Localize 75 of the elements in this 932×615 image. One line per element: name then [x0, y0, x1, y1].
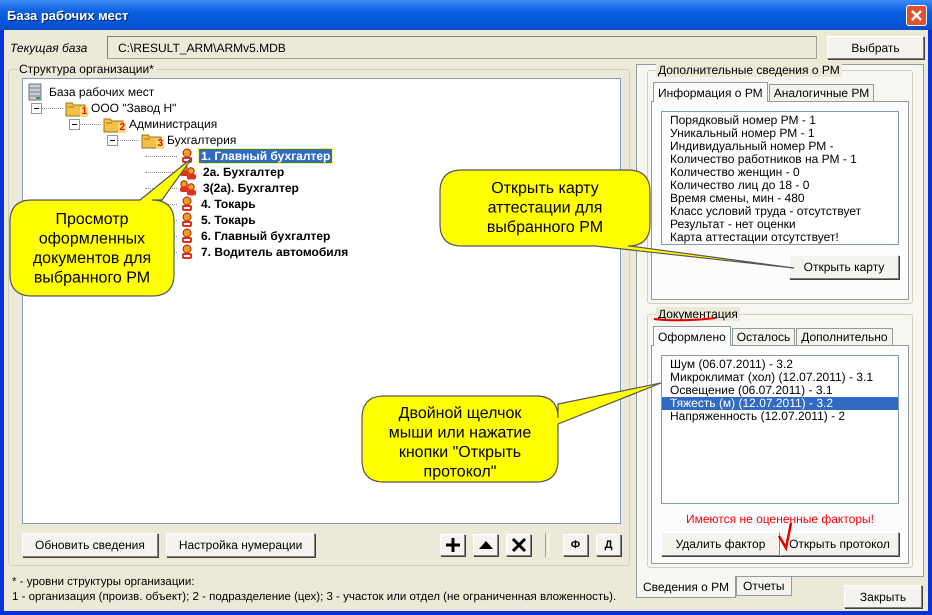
- worker-icon: [179, 196, 195, 212]
- info-line: Количество лиц до 18 - 0: [669, 179, 810, 192]
- workers-icon: [179, 180, 197, 196]
- footnote-text: 1 - организация (произв. объект); 2 - подразделение (цех); 3 - участок или отдел (не ограниченная вложенность).: [12, 590, 618, 605]
- worker-icon: [179, 212, 195, 228]
- letter-button[interactable]: Ф: [563, 534, 588, 556]
- tab[interactable]: Информация о РМ: [653, 82, 768, 102]
- document-item[interactable]: Освещение (06.07.2011) - 3.1: [662, 384, 898, 397]
- callout-text: Просмотр оформленных документов для выбранного РМ: [32, 211, 152, 286]
- tree-item[interactable]: База рабочих мест: [47, 85, 156, 99]
- info-line: Количество работников на РМ - 1: [669, 153, 858, 166]
- current-base-label: Текущая база: [10, 40, 88, 54]
- worker-icon: [179, 244, 195, 260]
- documents-list[interactable]: Шум (06.07.2011) - 3.2 Микроклимат (хол) (12.07.2011) - 3.1 Освещение (06.07.2011) - 3.1 Тяжесть (м) (12.07.2011) - 3.2 Напряженность (12.07.2011) - 2: [661, 355, 899, 504]
- tab[interactable]: Аналогичные РМ: [768, 84, 874, 101]
- group-title: Документация: [656, 307, 740, 321]
- tree-item[interactable]: 3(2а). Бухгалтер: [201, 181, 301, 195]
- document-item[interactable]: Шум (06.07.2011) - 3.2: [662, 358, 898, 371]
- choose-button[interactable]: Выбрать: [827, 36, 924, 59]
- folder-icon: 3: [141, 132, 163, 148]
- cross-icon: [510, 537, 526, 553]
- close-dialog-button[interactable]: Закрыть: [844, 585, 922, 608]
- move-up-button[interactable]: [473, 534, 498, 556]
- open-protocol-button[interactable]: Открыть протокол: [780, 532, 899, 556]
- info-line: Индивидуальный номер РМ -: [669, 140, 835, 153]
- tree-item[interactable]: 5. Токарь: [199, 213, 258, 227]
- worker-icon: [179, 228, 195, 244]
- group-title: Дополнительные сведения о РМ: [656, 63, 842, 77]
- tab[interactable]: Отчеты: [736, 577, 792, 596]
- group-title: Структура организации*: [17, 62, 156, 76]
- window-title: База рабочих мест: [7, 8, 130, 22]
- tree-item[interactable]: Бухгалтерия: [165, 133, 238, 147]
- collapse-toggle[interactable]: [31, 102, 42, 114]
- open-card-button[interactable]: Открыть карту: [789, 255, 899, 279]
- tree-item[interactable]: 4. Токарь: [199, 197, 258, 211]
- document-item[interactable]: Микроклимат (хол) (12.07.2011) - 3.1: [662, 371, 898, 384]
- up-triangle-icon: [478, 540, 494, 550]
- tree-item[interactable]: 7. Водитель автомобиля: [199, 245, 350, 259]
- database-icon: [27, 83, 43, 101]
- numbering-button[interactable]: Настройка нумерации: [166, 533, 316, 557]
- footnote-text: * - уровни структуры организации:: [12, 575, 196, 590]
- add-button[interactable]: [440, 534, 465, 556]
- info-line: Время смены, мин - 480: [669, 192, 806, 205]
- close-button[interactable]: [906, 4, 927, 26]
- tab[interactable]: Осталось: [732, 328, 796, 345]
- warning-text: Имеются не оцененные факторы!: [685, 512, 875, 526]
- tab[interactable]: Сведения о РМ: [636, 576, 736, 598]
- tab[interactable]: Оформлено: [653, 326, 731, 346]
- refresh-button[interactable]: Обновить сведения: [22, 533, 158, 557]
- info-line: Класс условий труда - отсутствует: [669, 205, 862, 218]
- letter-button[interactable]: Д: [596, 534, 621, 556]
- info-line: Результат - нет оценки: [669, 218, 797, 231]
- plus-icon: [444, 537, 460, 553]
- tree-item[interactable]: Администрация: [127, 117, 220, 131]
- tab[interactable]: Дополнительно: [796, 328, 893, 345]
- tree-item[interactable]: ООО "Завод Н": [89, 101, 178, 115]
- collapse-toggle[interactable]: [69, 118, 80, 130]
- tree-item[interactable]: 2а. Бухгалтер: [201, 165, 286, 179]
- callout-text: Двойной щелчок мыши или нажатие кнопки "Открыть протокол": [388, 405, 532, 480]
- info-line: Порядковый номер РМ - 1: [669, 114, 817, 127]
- tree-item[interactable]: 6. Главный бухгалтер: [199, 229, 332, 243]
- collapse-toggle[interactable]: [107, 134, 118, 146]
- database-path-field[interactable]: C:\RESULT_ARM\ARMv5.MDB: [107, 36, 817, 59]
- folder-icon: 1: [65, 100, 87, 116]
- tree-item[interactable]: 1. Главный бухгалтер: [199, 149, 332, 163]
- document-item[interactable]: Напряженность (12.07.2011) - 2: [662, 410, 898, 423]
- info-line: Уникальный номер РМ - 1: [669, 127, 816, 140]
- callout-text: Открыть карту аттестации для выбранного РМ: [486, 180, 604, 236]
- folder-icon: 2: [103, 116, 125, 132]
- info-line: Карта аттестации отсутствует!: [669, 231, 840, 244]
- info-line: Количество женщин - 0: [669, 166, 800, 179]
- document-item[interactable]: Тяжесть (м) (12.07.2011) - 3.2: [662, 397, 898, 410]
- delete-factor-button[interactable]: Удалить фактор: [661, 532, 780, 556]
- delete-button[interactable]: [506, 534, 531, 556]
- close-icon: [910, 8, 923, 22]
